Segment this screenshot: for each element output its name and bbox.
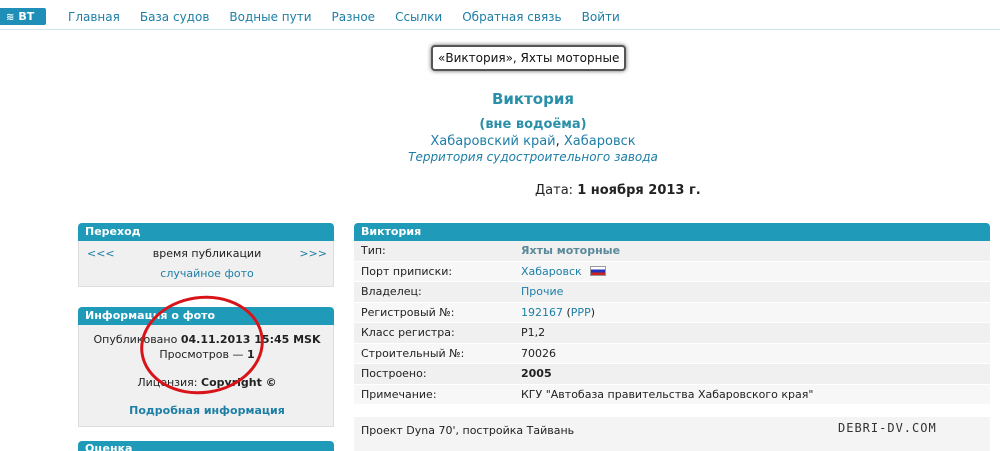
nav-vessel-base[interactable]: База судов bbox=[140, 10, 210, 24]
rating-panel-header: Оценка bbox=[78, 441, 334, 451]
nav-waterways[interactable]: Водные пути bbox=[229, 10, 311, 24]
main-menu: Главная База судов Водные пути Разное Сс… bbox=[68, 10, 640, 24]
transition-panel-header: Переход bbox=[78, 223, 334, 241]
russia-flag-icon bbox=[589, 265, 606, 276]
site-watermark: DEBRI-DV.COM bbox=[838, 421, 937, 435]
details-link[interactable]: Подробная информация bbox=[79, 404, 335, 417]
territory-link[interactable]: Территория судостроительного завода bbox=[0, 150, 1000, 164]
sort-mode-label: время публикации bbox=[152, 247, 262, 260]
site-logo[interactable]: ≋ BT bbox=[0, 8, 46, 25]
owner-link[interactable]: Прочие bbox=[521, 282, 563, 302]
photo-tag-badge: «Виктория», Яхты моторные bbox=[431, 45, 627, 71]
nav-misc[interactable]: Разное bbox=[332, 10, 376, 24]
vessel-location: Хабаровский край, Хабаровск bbox=[430, 134, 636, 149]
waves-icon: ≋ bbox=[6, 12, 15, 23]
table-row: Построено: 2005 bbox=[354, 364, 990, 385]
table-row: Примечание: КГУ "Автобаза правительства … bbox=[354, 384, 990, 405]
table-row: Строительный №: 70026 bbox=[354, 343, 990, 364]
transition-panel: <<< время публикации >>> случайное фото bbox=[78, 241, 334, 287]
vessel-title: Виктория bbox=[491, 90, 574, 108]
vessel-panel-header: Виктория bbox=[354, 223, 990, 241]
nav-login[interactable]: Войти bbox=[582, 10, 620, 24]
table-row: Тип: Яхты моторные bbox=[354, 241, 990, 262]
next-link[interactable]: >>> bbox=[299, 247, 327, 260]
registry-rrr-link[interactable]: РРР bbox=[571, 306, 591, 319]
random-photo-link[interactable]: случайное фото bbox=[79, 267, 335, 280]
vessel-status: (вне водоёма) bbox=[479, 117, 587, 132]
registry-number-link[interactable]: 192167 bbox=[521, 306, 563, 319]
nav-feedback[interactable]: Обратная связь bbox=[462, 10, 561, 24]
port-link[interactable]: Хабаровск bbox=[521, 265, 582, 278]
table-row: Владелец: Прочие bbox=[354, 282, 990, 303]
table-row: Класс регистра: Р1,2 bbox=[354, 323, 990, 344]
region-link[interactable]: Хабаровский край bbox=[430, 134, 555, 149]
vessel-details-table: Тип: Яхты моторные Порт приписки: Хабаро… bbox=[354, 241, 990, 405]
type-link[interactable]: Яхты моторные bbox=[521, 241, 620, 261]
nav-links[interactable]: Ссылки bbox=[395, 10, 442, 24]
table-row: Регистровый №: 192167 (РРР) bbox=[354, 302, 990, 323]
table-row: Порт приписки: Хабаровск bbox=[354, 261, 990, 282]
nav-home[interactable]: Главная bbox=[68, 10, 120, 24]
city-link[interactable]: Хабаровск bbox=[564, 134, 636, 149]
top-navigation-bar: ≋ BT Главная База судов Водные пути Разно… bbox=[0, 0, 1000, 30]
photo-date: Дата: 1 ноября 2013 г. bbox=[535, 183, 701, 198]
